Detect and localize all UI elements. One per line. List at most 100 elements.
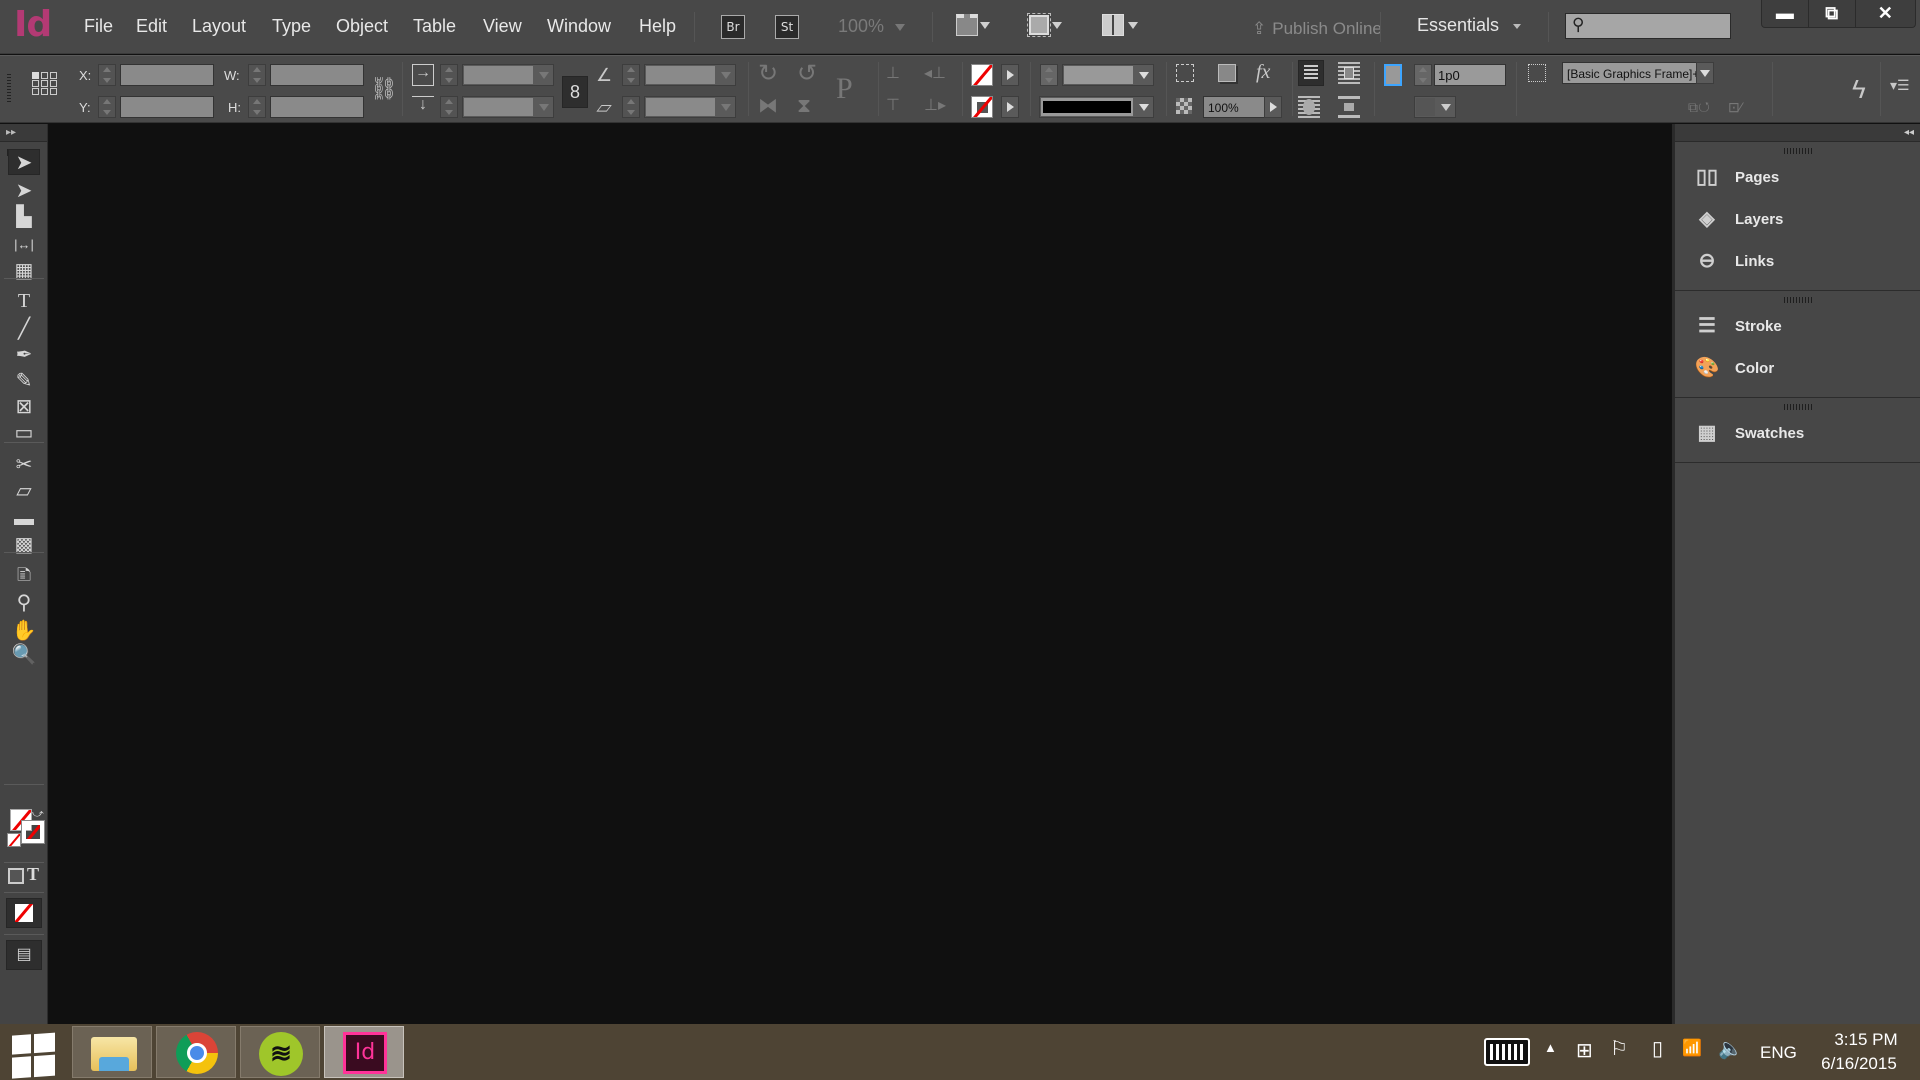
select-next-icon[interactable]: ⊥▸ xyxy=(924,98,946,114)
touch-keyboard-icon[interactable] xyxy=(1484,1038,1530,1066)
zoom-level-dropdown[interactable]: 100% xyxy=(838,16,906,37)
opacity-menu[interactable] xyxy=(1264,96,1282,118)
wrap-bounding-box-icon[interactable] xyxy=(1338,62,1360,84)
rotate-counterclockwise-icon[interactable]: ↺ xyxy=(797,62,817,86)
pencil-tool[interactable]: ✎ xyxy=(8,368,40,394)
x-field[interactable] xyxy=(120,64,214,86)
language-indicator[interactable]: ENG xyxy=(1760,1043,1797,1063)
stroke-color-swatch[interactable] xyxy=(21,820,45,844)
fill-swatch[interactable] xyxy=(971,64,993,86)
stroke-weight-stepper[interactable] xyxy=(1040,64,1058,86)
restore-button[interactable]: ⧉ xyxy=(1809,0,1856,27)
taskbar-spotify[interactable]: ≋ xyxy=(240,1026,320,1078)
selection-tool[interactable]: ➤ xyxy=(8,149,40,175)
action-center-flag-icon[interactable]: ⚐ xyxy=(1610,1036,1628,1061)
scale-x-stepper[interactable] xyxy=(440,64,458,86)
menu-window[interactable]: Window xyxy=(547,16,611,37)
reference-point-icon[interactable] xyxy=(32,72,58,100)
drop-shadow-icon[interactable] xyxy=(1218,64,1236,82)
windows-update-icon[interactable]: ⊞ xyxy=(1576,1038,1593,1063)
stock-button[interactable]: St xyxy=(775,15,799,39)
fill-swatch-menu[interactable] xyxy=(1001,64,1019,86)
rotation-stepper[interactable] xyxy=(622,64,640,86)
w-field[interactable] xyxy=(270,64,364,86)
gap-tool[interactable]: |↔| xyxy=(8,230,40,256)
formatting-affects-text-icon[interactable]: T xyxy=(27,864,39,885)
bridge-button[interactable]: Br xyxy=(721,15,745,39)
panel-group-grip[interactable] xyxy=(1675,146,1920,156)
y-field[interactable] xyxy=(120,96,214,118)
clock-date[interactable]: 6/16/2015 xyxy=(1812,1054,1906,1074)
type-tool[interactable]: T xyxy=(8,288,40,314)
menu-view[interactable]: View xyxy=(483,16,522,37)
search-input[interactable]: ⚲ xyxy=(1565,13,1731,39)
pen-tool[interactable]: ✒ xyxy=(8,342,40,368)
collapse-tools-button[interactable]: ▸▸ xyxy=(0,124,47,142)
hand-tool[interactable]: ✋ xyxy=(8,618,40,644)
scale-y-stepper[interactable] xyxy=(440,96,458,118)
battery-icon[interactable]: ▯ xyxy=(1652,1036,1663,1061)
object-style-dropdown[interactable]: [Basic Graphics Frame]+ xyxy=(1562,62,1700,84)
menu-file[interactable]: File xyxy=(84,16,113,37)
panel-tab-swatches[interactable]: ▦ Swatches xyxy=(1675,412,1920,454)
constrain-scale-button[interactable]: 8 xyxy=(562,76,588,108)
formatting-affects-container-icon[interactable] xyxy=(8,868,24,884)
x-stepper[interactable] xyxy=(98,64,116,86)
gradient-feather-tool[interactable]: ▩ xyxy=(8,532,40,558)
show-hidden-icons-chevron[interactable]: ▲ xyxy=(1544,1040,1557,1055)
default-fill-stroke-icon[interactable] xyxy=(7,833,21,847)
menu-layout[interactable]: Layout xyxy=(192,16,246,37)
panel-tab-links[interactable]: ⊖ Links xyxy=(1675,240,1920,282)
no-text-wrap-button[interactable] xyxy=(1298,60,1324,86)
clear-non-defined-attributes-icon[interactable]: ⊡⁄ xyxy=(1728,100,1742,114)
menu-type[interactable]: Type xyxy=(272,16,311,37)
apply-none-button[interactable] xyxy=(6,898,42,928)
publish-online-button[interactable]: ⇪ Publish Online xyxy=(1252,19,1382,39)
free-transform-tool[interactable]: ▱ xyxy=(8,478,40,504)
stroke-weight-pt-stepper[interactable] xyxy=(1414,64,1432,86)
minimize-button[interactable]: ▬ xyxy=(1762,0,1809,27)
effects-fx-icon[interactable]: fx xyxy=(1256,62,1270,82)
screen-mode-button[interactable] xyxy=(1027,13,1062,38)
object-style-icon[interactable] xyxy=(1528,64,1546,82)
gradient-swatch-tool[interactable]: ▬ xyxy=(8,506,40,532)
wrap-object-shape-icon[interactable] xyxy=(1298,96,1320,118)
document-canvas[interactable] xyxy=(49,124,1671,1024)
stroke-type-dropdown[interactable] xyxy=(1039,96,1154,118)
menu-table[interactable]: Table xyxy=(413,16,456,37)
frame-fitting-icon[interactable] xyxy=(1384,64,1402,86)
flip-vertical-icon[interactable]: ⧗ xyxy=(797,96,811,116)
direct-selection-tool[interactable]: ➤ xyxy=(8,178,40,204)
page-tool[interactable]: ▙ xyxy=(8,204,40,230)
start-button[interactable] xyxy=(12,1030,58,1079)
workspace-switcher[interactable]: Essentials xyxy=(1417,15,1522,36)
menu-help[interactable]: Help xyxy=(639,16,676,37)
line-tool[interactable]: ╱ xyxy=(8,316,40,342)
arrange-documents-button[interactable] xyxy=(1102,14,1138,38)
scissors-tool[interactable]: ✂ xyxy=(8,452,40,478)
select-content-icon[interactable]: ⊤ xyxy=(886,98,900,114)
taskbar-chrome[interactable] xyxy=(156,1026,236,1078)
panel-group-grip[interactable] xyxy=(1675,402,1920,412)
stroke-weight-field[interactable]: 1p0 xyxy=(1434,64,1506,86)
select-container-icon[interactable]: ⊥ xyxy=(886,66,900,82)
panel-tab-layers[interactable]: ◈ Layers xyxy=(1675,198,1920,240)
object-style-arrow[interactable] xyxy=(1696,62,1714,84)
panel-menu-icon[interactable]: ▾☰ xyxy=(1890,78,1910,92)
flip-horizontal-icon[interactable]: ⧓ xyxy=(758,96,778,116)
y-stepper[interactable] xyxy=(98,96,116,118)
panel-tab-pages[interactable]: ▯▯ Pages xyxy=(1675,156,1920,198)
align-stroke-dropdown[interactable] xyxy=(1414,96,1456,118)
stroke-weight-dropdown[interactable] xyxy=(1062,64,1154,86)
swap-fill-stroke-icon[interactable]: ⤻ xyxy=(32,808,44,821)
note-tool[interactable]: 🗈 xyxy=(8,562,40,588)
shear-angle-dropdown[interactable] xyxy=(644,96,736,118)
panel-group-grip[interactable] xyxy=(1675,295,1920,305)
taskbar-indesign[interactable]: Id xyxy=(324,1026,404,1078)
corner-options-icon[interactable] xyxy=(1176,64,1194,82)
network-signal-icon[interactable]: 📶 xyxy=(1682,1038,1702,1058)
clear-overrides-icon[interactable]: ⧉↺ xyxy=(1688,100,1710,114)
h-stepper[interactable] xyxy=(248,96,266,118)
screen-mode-normal-button[interactable]: ▤ xyxy=(6,940,42,970)
clock-time[interactable]: 3:15 PM xyxy=(1826,1030,1906,1050)
